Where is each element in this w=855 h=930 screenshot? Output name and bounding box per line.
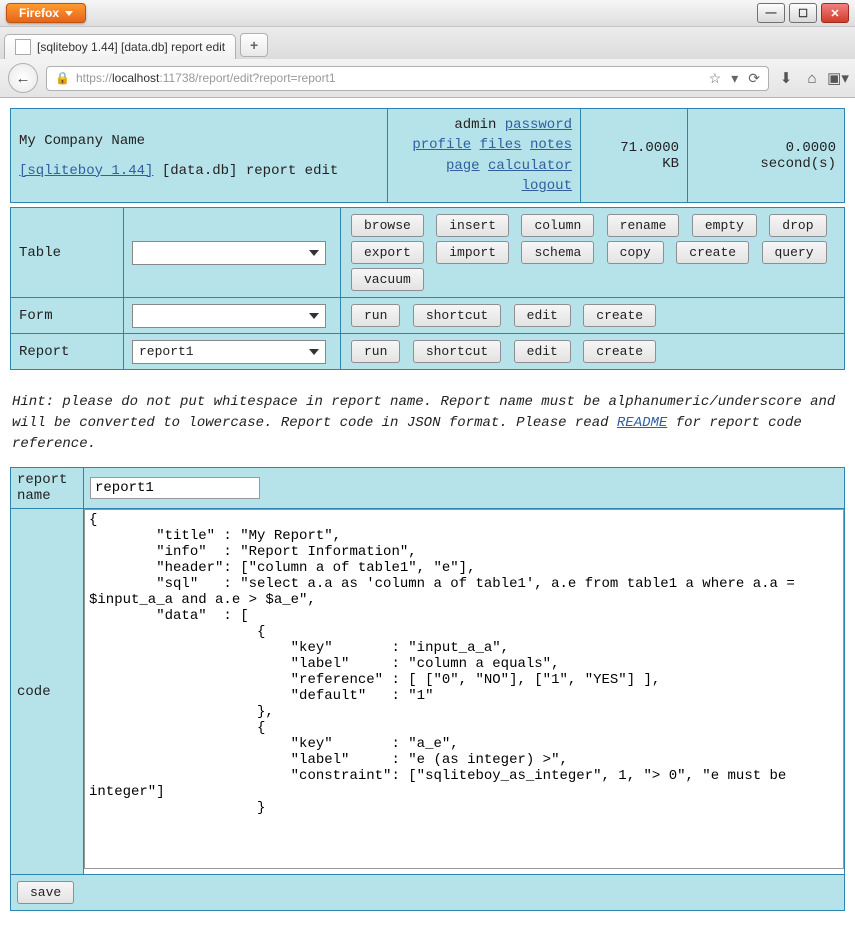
calculator-link[interactable]: calculator: [488, 158, 572, 174]
report-row: Report report1 run shortcut edit create: [11, 334, 845, 370]
bookmark-icon[interactable]: ☆: [709, 70, 722, 87]
table-row: Table browse insert column rename empty …: [11, 208, 845, 298]
time-cell: 0.0000 second(s): [688, 109, 845, 203]
company-name: My Company Name: [19, 133, 379, 149]
home-icon[interactable]: ⌂: [803, 69, 821, 87]
save-button[interactable]: save: [17, 881, 74, 904]
readme-link[interactable]: README: [617, 415, 667, 431]
drop-button[interactable]: drop: [769, 214, 826, 237]
table-buttons-cell: browse insert column rename empty drop e…: [341, 208, 845, 298]
url-host: localhost: [112, 71, 159, 85]
url-input[interactable]: 🔒 https:// localhost :11738 /report/edit…: [46, 66, 769, 91]
url-right: ☆ ▾ ⟳: [709, 70, 760, 87]
column-button[interactable]: column: [521, 214, 594, 237]
import-button[interactable]: import: [436, 241, 509, 264]
minimize-button[interactable]: —: [757, 3, 785, 23]
firefox-menu-button[interactable]: Firefox: [6, 3, 86, 23]
url-path: /report/edit?report=report1: [195, 71, 335, 85]
reload-icon[interactable]: ⟳: [748, 70, 760, 87]
page-link[interactable]: page: [446, 158, 480, 174]
create-button[interactable]: create: [676, 241, 749, 264]
report-selected: report1: [139, 344, 194, 359]
tab-bar: [sqliteboy 1.44] [data.db] report edit +: [0, 27, 855, 59]
size-unit: KB: [589, 156, 679, 172]
bookmarks-icon[interactable]: ▣▾: [829, 69, 847, 87]
logout-link[interactable]: logout: [522, 178, 572, 194]
code-textarea[interactable]: [84, 509, 844, 869]
report-run-button[interactable]: run: [351, 340, 400, 363]
links-cell: admin password profile files notes page …: [388, 109, 581, 203]
form-run-button[interactable]: run: [351, 304, 400, 327]
chevron-down-icon: [309, 250, 319, 256]
save-bar: save: [10, 875, 845, 911]
notes-link[interactable]: notes: [530, 137, 572, 153]
form-row: Form run shortcut edit create: [11, 298, 845, 334]
actions-table: Table browse insert column rename empty …: [10, 207, 845, 370]
db-name: [data.db]: [162, 163, 238, 179]
insert-button[interactable]: insert: [436, 214, 509, 237]
form-shortcut-button[interactable]: shortcut: [413, 304, 501, 327]
lock-icon: 🔒: [55, 71, 70, 85]
query-button[interactable]: query: [762, 241, 827, 264]
form-create-button[interactable]: create: [583, 304, 656, 327]
maximize-button[interactable]: ☐: [789, 3, 817, 23]
company-cell: My Company Name [sqliteboy 1.44] [data.d…: [11, 109, 388, 203]
empty-button[interactable]: empty: [692, 214, 757, 237]
export-button[interactable]: export: [351, 241, 424, 264]
new-tab-button[interactable]: +: [240, 33, 268, 57]
time-unit: second(s): [696, 156, 836, 172]
window-buttons: — ☐ ✕: [757, 3, 849, 23]
url-scheme: https://: [76, 71, 112, 85]
time-value: 0.0000: [696, 140, 836, 156]
report-buttons-cell: run shortcut edit create: [341, 334, 845, 370]
rename-button[interactable]: rename: [607, 214, 680, 237]
schema-button[interactable]: schema: [521, 241, 594, 264]
tab-title: [sqliteboy 1.44] [data.db] report edit: [37, 40, 225, 54]
code-label: code: [11, 509, 84, 875]
user-label: admin: [454, 117, 496, 133]
report-form: report name code: [10, 467, 845, 875]
report-create-button[interactable]: create: [583, 340, 656, 363]
form-buttons-cell: run shortcut edit create: [341, 298, 845, 334]
chevron-down-icon: [309, 349, 319, 355]
report-label: Report: [11, 334, 124, 370]
chevron-down-icon: [309, 313, 319, 319]
url-bar: ← 🔒 https:// localhost :11738 /report/ed…: [0, 59, 855, 97]
page-content: My Company Name [sqliteboy 1.44] [data.d…: [0, 98, 855, 921]
back-button[interactable]: ←: [8, 63, 38, 93]
browser-tab[interactable]: [sqliteboy 1.44] [data.db] report edit: [4, 34, 236, 59]
report-name-input[interactable]: [90, 477, 260, 499]
page-name: report edit: [246, 163, 338, 179]
header-table: My Company Name [sqliteboy 1.44] [data.d…: [10, 108, 845, 203]
profile-link[interactable]: profile: [412, 137, 471, 153]
download-icon[interactable]: ⬇: [777, 69, 795, 87]
report-edit-button[interactable]: edit: [514, 340, 571, 363]
form-edit-button[interactable]: edit: [514, 304, 571, 327]
close-button[interactable]: ✕: [821, 3, 849, 23]
size-value: 71.0000: [589, 140, 679, 156]
app-link[interactable]: [sqliteboy 1.44]: [19, 163, 153, 179]
dropdown-icon[interactable]: ▾: [731, 70, 738, 87]
browser-chrome: Firefox — ☐ ✕ [sqliteboy 1.44] [data.db]…: [0, 0, 855, 98]
url-port: :11738: [159, 71, 195, 85]
form-label: Form: [11, 298, 124, 334]
report-select[interactable]: report1: [132, 340, 326, 364]
favicon-icon: [15, 39, 31, 55]
dropdown-icon: [65, 11, 73, 16]
vacuum-button[interactable]: vacuum: [351, 268, 424, 291]
firefox-label: Firefox: [19, 6, 59, 20]
titlebar: Firefox — ☐ ✕: [0, 0, 855, 27]
password-link[interactable]: password: [505, 117, 572, 133]
copy-button[interactable]: copy: [607, 241, 664, 264]
name-label: report name: [11, 468, 84, 509]
report-shortcut-button[interactable]: shortcut: [413, 340, 501, 363]
table-label: Table: [11, 208, 124, 298]
form-select[interactable]: [132, 304, 326, 328]
browse-button[interactable]: browse: [351, 214, 424, 237]
hint-text: Hint: please do not put whitespace in re…: [12, 392, 843, 455]
table-select[interactable]: [132, 241, 326, 265]
size-cell: 71.0000 KB: [581, 109, 688, 203]
files-link[interactable]: files: [480, 137, 522, 153]
